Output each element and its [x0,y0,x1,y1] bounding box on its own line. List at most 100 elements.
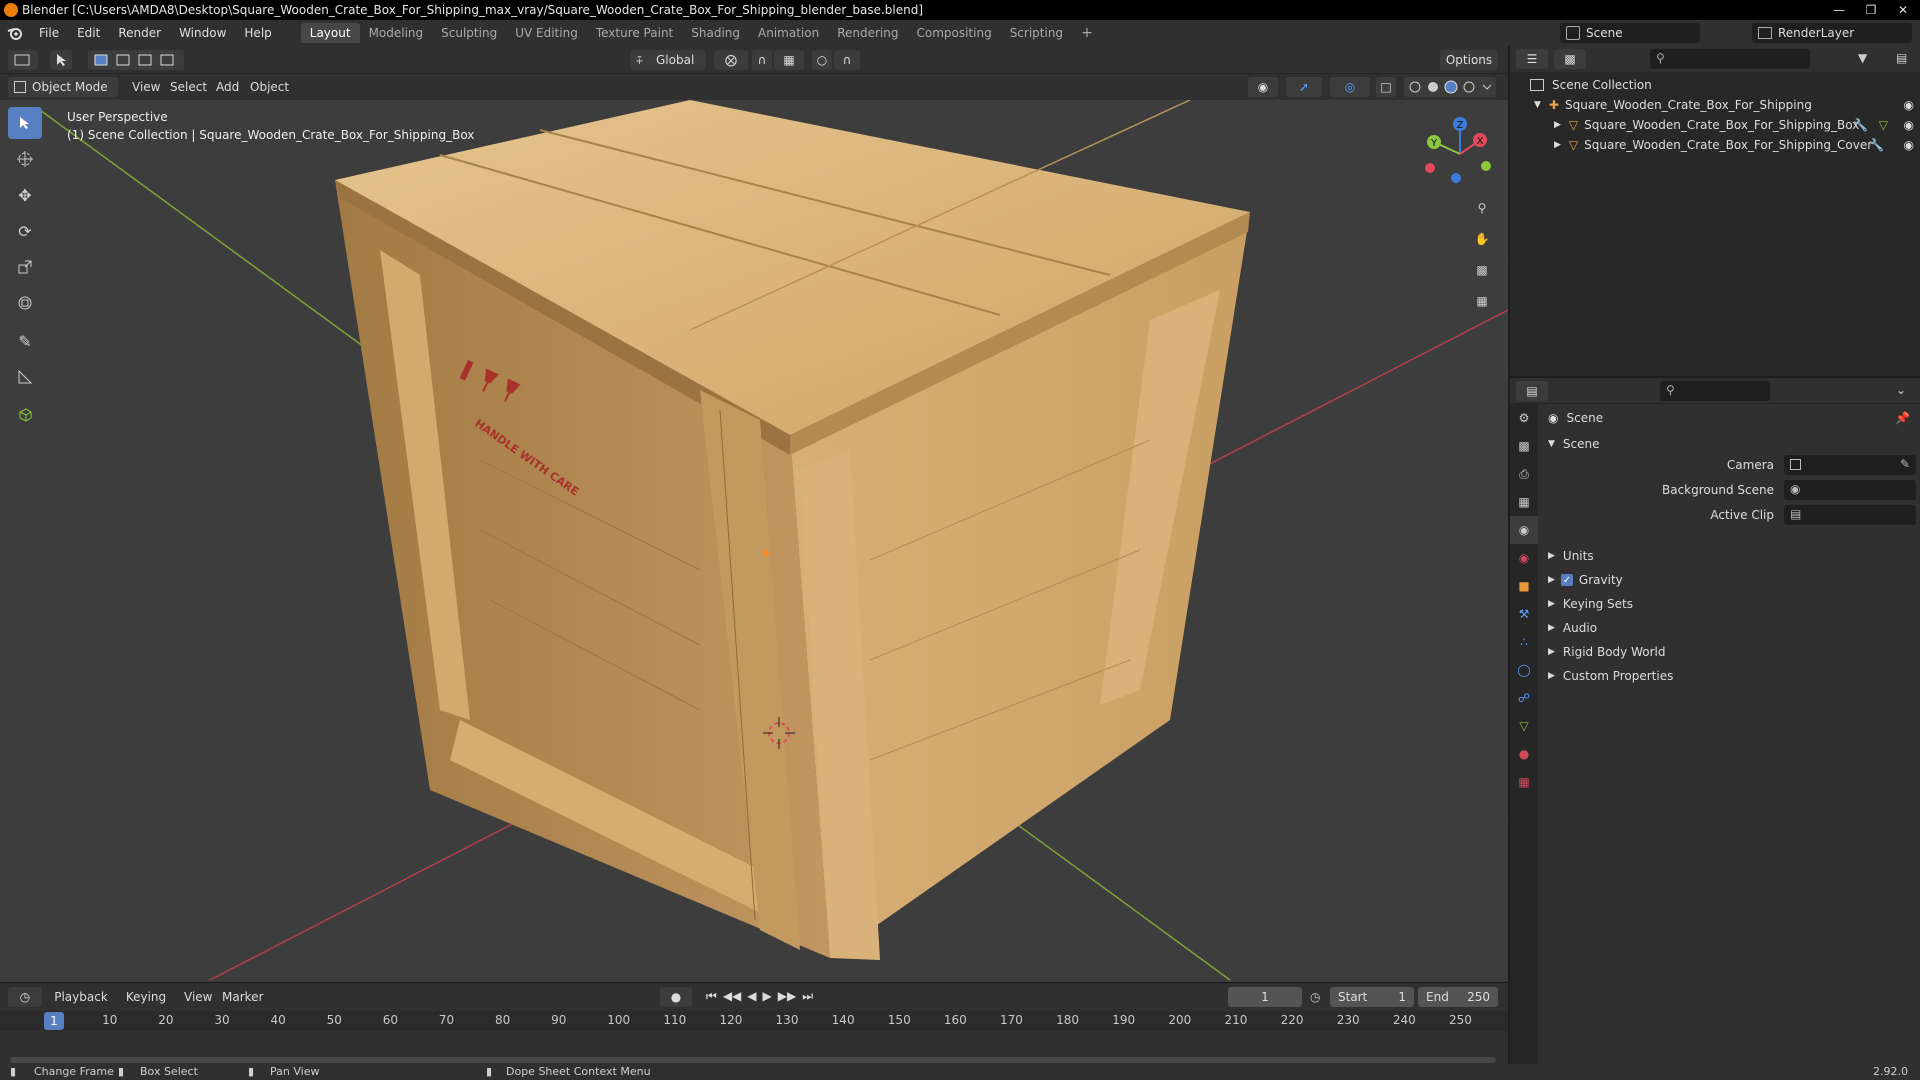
outliner-row-scene-collection[interactable]: Scene Collection [1530,75,1652,95]
audio-section[interactable]: ▶ Audio [1548,618,1597,638]
start-frame-field[interactable]: Start 1 [1330,987,1414,1007]
close-icon[interactable]: ✕ [1892,3,1914,17]
visibility-eye-icon[interactable]: ◉ [1904,98,1914,112]
chevron-down-icon[interactable]: ⌄ [1896,383,1906,397]
3d-viewport[interactable]: HANDLE WITH CARE User Perspective (1) Sc… [0,100,1508,982]
constraints-tab-icon[interactable]: ☍ [1510,684,1538,712]
world-tab-icon[interactable]: ◉ [1510,544,1538,572]
tab-texture-paint[interactable]: Texture Paint [587,23,682,43]
camera-field[interactable]: ✎ [1784,455,1916,475]
tab-animation[interactable]: Animation [749,23,828,43]
camera-view-icon[interactable]: ▩ [1468,256,1496,284]
visibility-eye-icon[interactable]: ◉ [1904,138,1914,152]
render-tab-icon[interactable]: ▩ [1510,432,1538,460]
menu-file[interactable]: File [30,26,68,40]
measure-tool[interactable] [8,361,42,393]
add-cube-tool[interactable] [8,399,42,431]
move-tool[interactable]: ✥ [8,179,42,211]
snap-toggle[interactable]: ∩ [752,50,772,70]
transform-tool[interactable] [8,287,42,319]
pan-hand-icon[interactable]: ✋ [1468,225,1496,253]
annotate-tool[interactable]: ✎ [8,325,42,357]
tab-scripting[interactable]: Scripting [1001,23,1072,43]
outliner-search-input[interactable]: ⚲ [1650,49,1810,69]
view-layer-tab-icon[interactable]: ▦ [1510,488,1538,516]
play-reverse-icon[interactable]: ◀ [747,989,756,1004]
editor-type-button[interactable] [8,50,38,70]
physics-tab-icon[interactable]: ◯ [1510,656,1538,684]
outliner-row-cover[interactable]: ▶ ▽ Square_Wooden_Crate_Box_For_Shipping… [1554,135,1914,155]
pin-icon[interactable]: 📌 [1895,411,1910,425]
next-keyframe-icon[interactable]: ▶▶ [778,989,796,1004]
active-clip-field[interactable]: ▤ [1784,505,1916,525]
menu-edit[interactable]: Edit [68,26,109,40]
rigid-body-world-section[interactable]: ▶ Rigid Body World [1548,642,1665,662]
dope-sheet-area[interactable] [0,1031,1508,1057]
units-section[interactable]: ▶ Units [1548,546,1594,566]
object-mode-dropdown[interactable]: Object Mode [8,77,118,97]
tab-uv-editing[interactable]: UV Editing [506,23,587,43]
xray-toggle[interactable]: □ [1376,77,1396,97]
falloff-button[interactable]: ∩ [834,50,860,70]
select-tool-button[interactable] [50,50,72,70]
modifier-tab-icon[interactable]: ⚒ [1510,600,1538,628]
zoom-icon[interactable]: ⚲ [1468,194,1496,222]
auto-keying-toggle[interactable]: ● [660,987,692,1007]
timeline-editor-type[interactable]: ◷ [8,987,42,1007]
background-scene-field[interactable]: ◉ [1784,480,1916,500]
viewport-menu-object[interactable]: Object [250,80,289,94]
tab-sculpting[interactable]: Sculpting [432,23,506,43]
tab-modeling[interactable]: Modeling [360,23,433,43]
texture-tab-icon[interactable]: ▦ [1510,768,1538,796]
tab-layout[interactable]: Layout [300,23,360,43]
tab-shading[interactable]: Shading [682,23,749,43]
object-tab-icon[interactable]: ■ [1510,572,1538,600]
timeline-view-menu[interactable]: View [184,990,212,1004]
transform-orientation-dropdown[interactable]: ⨤ Global [630,50,706,70]
scene-selector[interactable]: Scene [1560,23,1700,43]
outliner-row-box[interactable]: ▶ ▽ Square_Wooden_Crate_Box_For_Shipping… [1554,115,1914,135]
viewport-menu-add[interactable]: Add [216,80,239,94]
gravity-section[interactable]: ▶ ✓ Gravity [1548,570,1623,590]
keying-menu[interactable]: Keying [118,987,174,1007]
prev-keyframe-icon[interactable]: ◀◀ [723,989,741,1004]
scale-tool[interactable] [8,251,42,283]
minimize-icon[interactable]: — [1828,3,1850,17]
playback-menu[interactable]: Playback [48,987,114,1007]
filter-icon[interactable]: ▼ [1858,51,1867,65]
custom-properties-section[interactable]: ▶ Custom Properties [1548,666,1673,686]
blender-menu-icon[interactable] [0,26,30,40]
jump-end-icon[interactable]: ⏭ [802,989,813,1004]
play-icon[interactable]: ▶ [763,989,772,1004]
menu-window[interactable]: Window [170,26,235,40]
visibility-eye-icon[interactable]: ◉ [1904,118,1914,132]
cursor-tool[interactable] [8,143,42,175]
perspective-grid-icon[interactable]: ▦ [1468,287,1496,315]
pivot-point-button[interactable]: ⨂ [714,50,748,70]
menu-render[interactable]: Render [109,26,170,40]
timeline-scrollbar[interactable] [10,1057,1496,1063]
output-tab-icon[interactable]: ⎙ [1510,460,1538,488]
tab-rendering[interactable]: Rendering [828,23,907,43]
keying-sets-section[interactable]: ▶ Keying Sets [1548,594,1633,614]
outliner-row-collection[interactable]: ▼ ✚ Square_Wooden_Crate_Box_For_Shipping… [1534,95,1914,115]
select-box-tool[interactable] [8,107,42,139]
tab-compositing[interactable]: Compositing [907,23,1000,43]
outliner-editor-type[interactable]: ☰ [1516,49,1548,69]
current-frame-field[interactable]: 1 [1228,987,1302,1007]
scene-panel-header[interactable]: ▼ Scene [1548,434,1600,454]
menu-help[interactable]: Help [235,26,280,40]
rotate-tool[interactable]: ⟳ [8,215,42,247]
preview-range-icon[interactable]: ◷ [1310,990,1320,1004]
eyedropper-icon[interactable]: ✎ [1900,457,1910,471]
viewport-menu-view[interactable]: View [132,80,160,94]
view-layer-selector[interactable]: RenderLayer [1752,23,1912,43]
proportional-edit-toggle[interactable]: ○ [812,50,832,70]
visibility-selectability-button[interactable]: ◉ [1248,77,1278,97]
mesh-data-tab-icon[interactable]: ▽ [1510,712,1538,740]
new-collection-icon[interactable]: ▤ [1896,51,1907,65]
end-frame-field[interactable]: End 250 [1418,987,1498,1007]
scene-tab-icon[interactable]: ◉ [1510,516,1538,544]
gizmo-toggle[interactable]: ➚ [1286,77,1322,97]
playhead-indicator[interactable]: 1 [44,1012,64,1030]
